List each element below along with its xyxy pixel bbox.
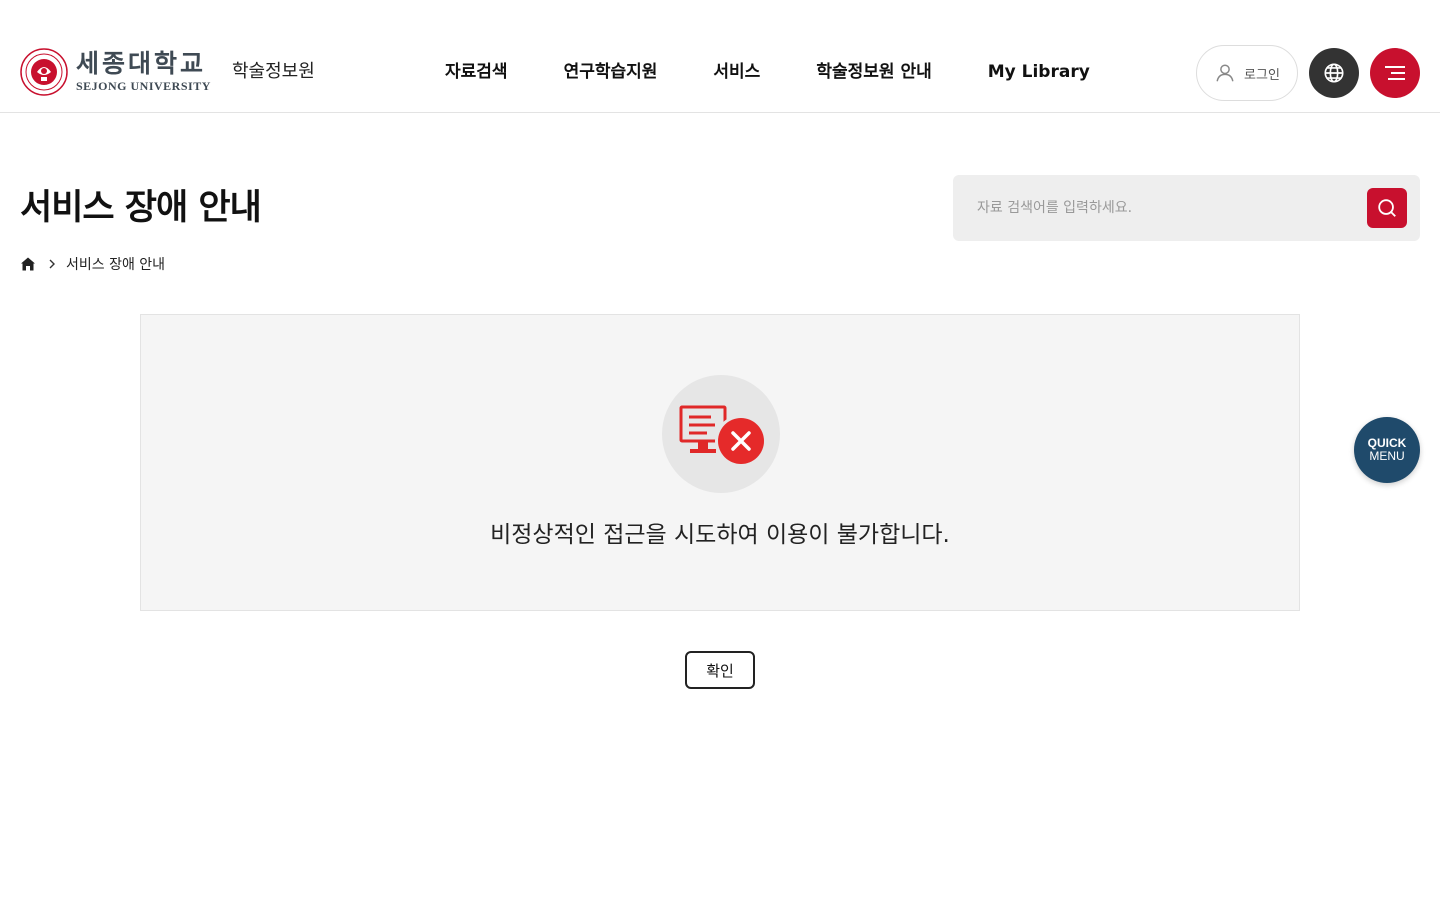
search-input[interactable] xyxy=(977,193,1357,223)
main-navigation: 자료검색 연구학습지원 서비스 학술정보원 안내 My Library xyxy=(445,60,1090,84)
nav-item-services[interactable]: 서비스 xyxy=(713,60,760,84)
logo-text: 세종대학교 SEJONG UNIVERSITY xyxy=(76,50,211,94)
hamburger-menu-icon xyxy=(1385,66,1405,80)
search-icon xyxy=(1378,199,1396,217)
user-icon xyxy=(1216,64,1234,82)
search-button[interactable] xyxy=(1367,188,1407,228)
site-header: 세종대학교 SEJONG UNIVERSITY 학술정보원 자료검색 연구학습지… xyxy=(0,0,1440,113)
nav-item-research-support[interactable]: 연구학습지원 xyxy=(564,60,658,84)
site-name[interactable]: 학술정보원 xyxy=(232,60,315,84)
university-logo[interactable]: 세종대학교 SEJONG UNIVERSITY xyxy=(20,48,211,96)
chevron-right-icon xyxy=(49,259,55,269)
quick-menu-button[interactable]: QUICK MENU xyxy=(1354,417,1420,483)
site-menu-button[interactable] xyxy=(1370,48,1420,98)
error-message: 비정상적인 접근을 시도하여 이용이 불가합니다. xyxy=(490,522,950,548)
nav-item-my-library[interactable]: My Library xyxy=(988,60,1090,84)
login-button[interactable]: 로그인 xyxy=(1196,45,1298,101)
language-button[interactable] xyxy=(1309,48,1359,98)
logo-english-name: SEJONG UNIVERSITY xyxy=(76,79,211,93)
system-error-icon xyxy=(679,405,767,467)
confirm-button[interactable]: 확인 xyxy=(685,651,755,689)
error-icon-circle xyxy=(662,375,780,493)
nav-item-library-guide[interactable]: 학술정보원 안내 xyxy=(816,60,931,84)
breadcrumb: 서비스 장애 안내 xyxy=(20,254,165,274)
error-notice-panel: 비정상적인 접근을 시도하여 이용이 불가합니다. xyxy=(140,314,1300,611)
quick-menu-label-bottom: MENU xyxy=(1369,449,1405,463)
nav-item-search[interactable]: 자료검색 xyxy=(445,60,508,84)
logo-korean-name: 세종대학교 xyxy=(76,49,207,78)
login-label: 로그인 xyxy=(1244,67,1280,83)
page-title: 서비스 장애 안내 xyxy=(20,188,262,228)
home-icon[interactable] xyxy=(20,256,36,272)
university-seal-icon xyxy=(20,48,68,96)
breadcrumb-current[interactable]: 서비스 장애 안내 xyxy=(66,254,165,274)
globe-icon xyxy=(1324,63,1344,83)
search-box xyxy=(953,175,1420,241)
